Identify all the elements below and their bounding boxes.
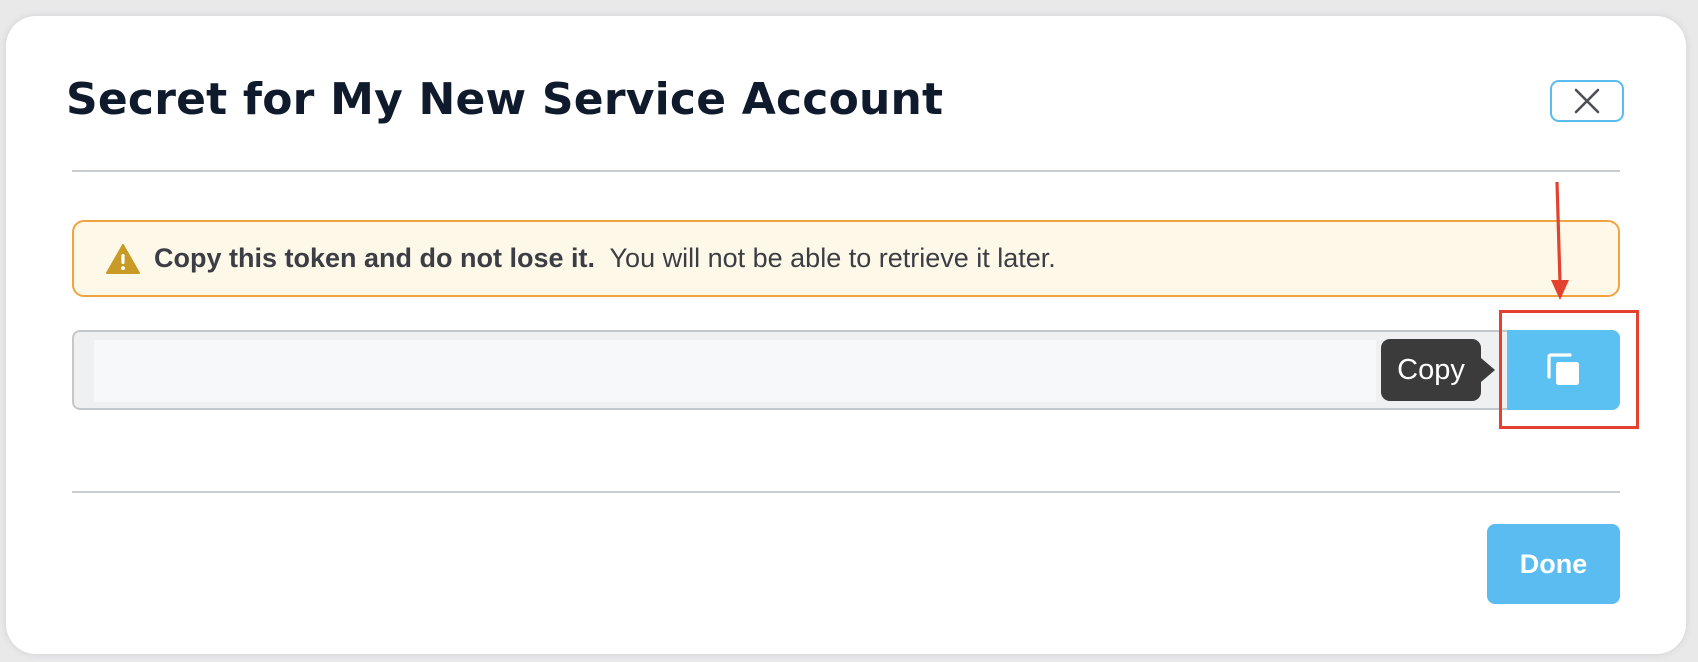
warning-icon xyxy=(106,243,140,275)
copy-tooltip: Copy xyxy=(1381,339,1495,401)
close-icon xyxy=(1574,88,1600,114)
footer-divider xyxy=(72,491,1620,493)
modal-title: Secret for My New Service Account xyxy=(66,74,944,125)
token-field[interactable] xyxy=(94,340,1376,402)
done-button[interactable]: Done xyxy=(1487,524,1620,604)
token-field-container xyxy=(72,330,1512,410)
header-divider xyxy=(72,170,1620,172)
copy-button[interactable] xyxy=(1507,330,1620,410)
warning-alert: Copy this token and do not lose it. You … xyxy=(72,220,1620,297)
alert-text: You will not be able to retrieve it late… xyxy=(595,243,1056,273)
alert-strong-text: Copy this token and do not lose it. xyxy=(154,243,596,273)
copy-icon xyxy=(1546,353,1579,385)
close-button[interactable] xyxy=(1550,80,1624,122)
